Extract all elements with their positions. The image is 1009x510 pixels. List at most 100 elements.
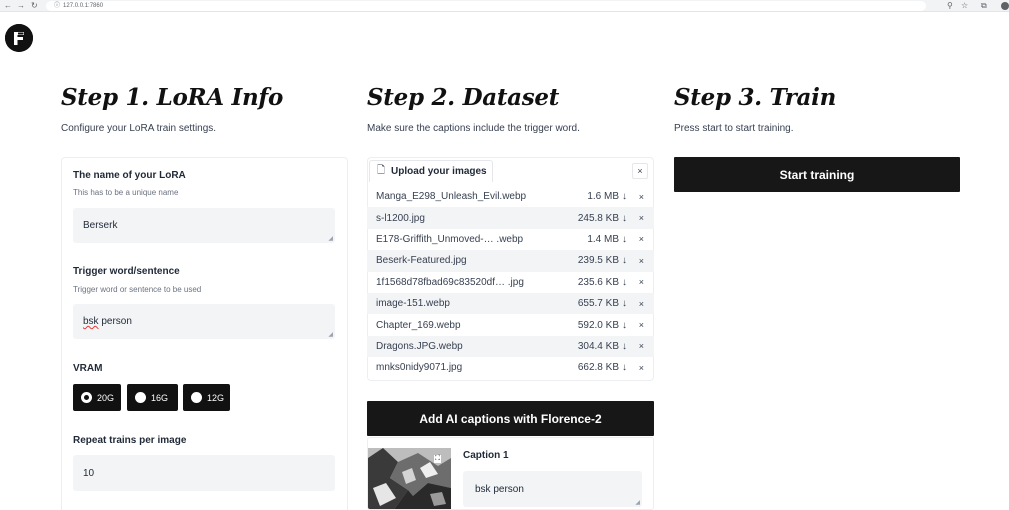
- forward-icon[interactable]: →: [17, 0, 25, 11]
- file-download-link[interactable]: 662.8 KB ↓: [578, 362, 627, 373]
- step-1-subtitle: Configure your LoRA train settings.: [61, 123, 217, 134]
- file-row: mnks0nidy9071.jpg 662.8 KB ↓ ×: [367, 357, 654, 378]
- reload-icon[interactable]: ↻: [31, 0, 38, 11]
- file-name: Dragons.JPG.webp: [376, 340, 463, 352]
- file-size: 662.8 KB: [577, 362, 619, 374]
- resize-handle-icon[interactable]: ◢: [328, 331, 333, 338]
- file-download-link[interactable]: 1.6 MB ↓: [587, 191, 627, 202]
- vram-option-20g[interactable]: 20G: [73, 384, 121, 411]
- download-icon: ↓: [622, 298, 627, 310]
- upload-images-label: Upload your images: [391, 166, 487, 177]
- file-size: 235.6 KB: [577, 276, 619, 288]
- file-row: Beserk-Featured.jpg 239.5 KB ↓ ×: [367, 250, 654, 272]
- file-row: Chapter_169.webp 592.0 KB ↓ ×: [367, 314, 654, 335]
- dataset-image-thumbnail[interactable]: ⛶: [368, 448, 451, 509]
- address-text: 127.0.0.1:7860: [63, 3, 104, 9]
- file-size: 239.5 KB: [577, 255, 619, 267]
- add-ai-captions-button[interactable]: Add AI captions with Florence-2: [367, 401, 654, 436]
- remove-file-icon[interactable]: ×: [639, 320, 644, 330]
- remove-file-icon[interactable]: ×: [639, 277, 644, 287]
- trigger-word-text: bsk: [83, 316, 99, 327]
- file-size: 245.8 KB: [577, 212, 619, 224]
- address-bar[interactable]: ⓘ 127.0.0.1:7860: [46, 1, 926, 11]
- trigger-word-label: Trigger word/sentence: [73, 266, 180, 277]
- remove-file-icon[interactable]: ×: [639, 234, 644, 244]
- repeat-trains-value: 10: [83, 467, 95, 479]
- step-3-title: Step 3. Train: [674, 84, 836, 111]
- file-name: mnks0nidy9071.jpg: [376, 362, 463, 374]
- remove-file-icon[interactable]: ×: [639, 256, 644, 266]
- file-name: s-l1200.jpg: [376, 212, 425, 224]
- file-size: 304.4 KB: [577, 340, 619, 352]
- site-info-icon[interactable]: ⓘ: [54, 3, 60, 9]
- file-size: 1.4 MB: [587, 233, 619, 245]
- zoom-icon[interactable]: ⚲: [947, 0, 953, 11]
- file-download-link[interactable]: 592.0 KB ↓: [578, 320, 627, 331]
- caption-input[interactable]: bsk person ◢: [463, 471, 642, 507]
- start-training-button[interactable]: Start training: [674, 157, 960, 192]
- lora-name-info: This has to be a unique name: [73, 188, 179, 197]
- remove-file-icon[interactable]: ×: [639, 363, 644, 373]
- profile-avatar[interactable]: [1001, 2, 1009, 10]
- repeat-trains-label: Repeat trains per image: [73, 435, 187, 446]
- trigger-word-input[interactable]: bsk person ◢: [73, 304, 335, 339]
- file-row: Dragons.JPG.webp 304.4 KB ↓ ×: [367, 335, 654, 358]
- file-size: 592.0 KB: [577, 319, 619, 331]
- download-icon: ↓: [622, 212, 627, 224]
- resize-handle-icon[interactable]: ◢: [635, 499, 640, 506]
- file-row: Manga_E298_Unleash_Evil.webp 1.6 MB ↓ ×: [367, 186, 654, 207]
- f-logo-icon[interactable]: [5, 24, 33, 52]
- lora-name-value: Berserk: [83, 220, 118, 231]
- file-download-link[interactable]: 655.7 KB ↓: [578, 298, 627, 309]
- vram-option-label: 20G: [97, 392, 115, 403]
- remove-file-icon[interactable]: ×: [639, 341, 644, 351]
- clear-files-button[interactable]: ×: [632, 163, 648, 179]
- file-row: image-151.webp 655.7 KB ↓ ×: [367, 292, 654, 315]
- radio-unchecked-icon: [191, 392, 202, 403]
- vram-label: VRAM: [73, 363, 103, 374]
- vram-option-label: 16G: [151, 392, 169, 403]
- file-name: 1f1568d78fbad69c83520df… .jpg: [376, 276, 524, 288]
- file-size: 655.7 KB: [577, 298, 619, 310]
- file-name: image-151.webp: [376, 298, 450, 310]
- download-icon: ↓: [622, 362, 627, 374]
- file-row: 1f1568d78fbad69c83520df… .jpg 235.6 KB ↓ ×: [367, 272, 654, 293]
- radio-checked-icon: [81, 392, 92, 403]
- remove-file-icon[interactable]: ×: [639, 192, 644, 202]
- upload-images-tab[interactable]: 🗋 Upload your images: [369, 160, 493, 182]
- remove-file-icon[interactable]: ×: [639, 213, 644, 223]
- repeat-trains-input[interactable]: 10: [73, 455, 335, 491]
- file-name: Chapter_169.webp: [376, 319, 461, 331]
- download-icon: ↓: [622, 340, 627, 352]
- file-name: Manga_E298_Unleash_Evil.webp: [376, 191, 527, 203]
- file-name: E178-Griffith_Unmoved-… .webp: [376, 233, 524, 245]
- step-2-subtitle: Make sure the captions include the trigg…: [367, 123, 580, 134]
- file-download-link[interactable]: 235.6 KB ↓: [578, 277, 627, 288]
- download-icon: ↓: [622, 191, 627, 203]
- file-name: Beserk-Featured.jpg: [376, 255, 467, 267]
- extensions-icon[interactable]: ⧉: [981, 0, 987, 11]
- file-row: E178-Griffith_Unmoved-… .webp 1.4 MB ↓ ×: [367, 229, 654, 250]
- vram-option-12g[interactable]: 12G: [183, 384, 230, 411]
- trigger-word-rest: person: [98, 316, 132, 327]
- file-icon: 🗋: [377, 165, 386, 176]
- download-icon: ↓: [622, 276, 627, 288]
- back-icon[interactable]: ←: [4, 0, 12, 11]
- lora-name-input[interactable]: Berserk ◢: [73, 208, 335, 243]
- file-download-link[interactable]: 304.4 KB ↓: [578, 341, 627, 352]
- bookmark-star-icon[interactable]: ☆: [961, 0, 968, 11]
- file-download-link[interactable]: 245.8 KB ↓: [578, 213, 627, 224]
- expand-icon[interactable]: ⛶: [434, 455, 441, 463]
- download-icon: ↓: [622, 255, 627, 267]
- file-download-link[interactable]: 239.5 KB ↓: [578, 255, 627, 266]
- step-2-title: Step 2. Dataset: [367, 84, 560, 111]
- lora-name-label: The name of your LoRA: [73, 170, 186, 181]
- vram-option-label: 12G: [207, 392, 225, 403]
- resize-handle-icon[interactable]: ◢: [328, 235, 333, 242]
- remove-file-icon[interactable]: ×: [639, 299, 644, 309]
- file-row: s-l1200.jpg 245.8 KB ↓ ×: [367, 207, 654, 229]
- caption-value: bsk person: [475, 483, 524, 495]
- vram-option-16g[interactable]: 16G: [127, 384, 178, 411]
- trigger-word-info: Trigger word or sentence to be used: [73, 285, 202, 294]
- file-download-link[interactable]: 1.4 MB ↓: [587, 234, 627, 245]
